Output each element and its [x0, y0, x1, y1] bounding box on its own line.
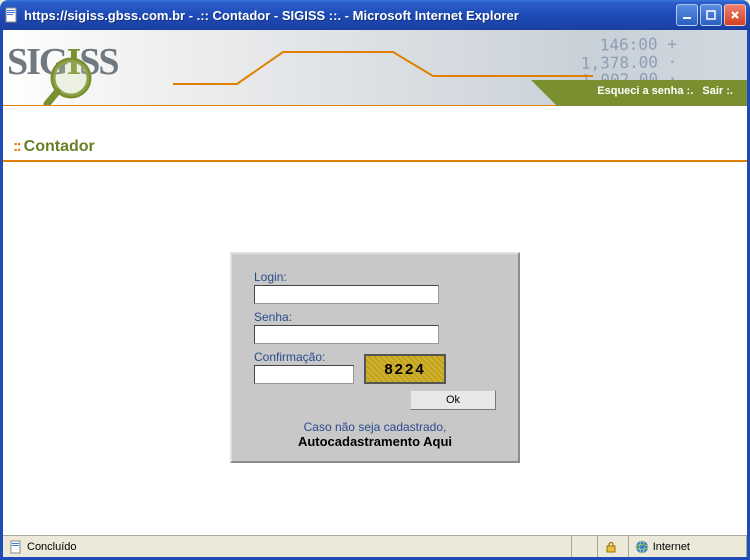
captcha-image: 8224: [364, 354, 446, 384]
login-box: Login: Senha: Confirmação: 8224 Ok Caso …: [230, 252, 520, 463]
done-page-icon: [9, 540, 23, 554]
forgot-password-link[interactable]: Esqueci a senha :.: [597, 85, 693, 97]
status-text: Concluído: [27, 541, 77, 553]
window-frame: 146:00 + 1,378.00 · 1,002.00 · 220:00 + …: [0, 30, 750, 560]
status-main: Concluído: [3, 536, 572, 557]
window-controls: [676, 4, 746, 26]
confirm-input[interactable]: [254, 365, 354, 384]
ie-page-icon: [4, 7, 20, 23]
not-registered-text: Caso não seja cadastrado,: [254, 420, 496, 434]
page-title-text: Contador: [24, 138, 95, 155]
ok-button[interactable]: Ok: [410, 390, 496, 410]
status-bar: Concluído Internet: [3, 535, 747, 557]
minimize-button[interactable]: [676, 4, 698, 26]
internet-zone-icon: [635, 540, 649, 554]
page-header: ::Contador: [3, 132, 747, 162]
lock-icon: [604, 540, 618, 554]
login-input[interactable]: [254, 285, 439, 304]
status-empty-1: [572, 536, 598, 557]
status-zone: Internet: [629, 536, 747, 557]
password-row: Senha:: [254, 310, 496, 344]
password-input[interactable]: [254, 325, 439, 344]
register-block: Caso não seja cadastrado, Autocadastrame…: [254, 420, 496, 449]
status-security: [598, 536, 629, 557]
title-dots-icon: ::: [13, 138, 20, 155]
logo: SIGISS: [7, 40, 118, 84]
banner-swoosh: [173, 44, 593, 104]
magnifier-icon: [43, 54, 103, 106]
login-row: Login:: [254, 270, 496, 304]
self-register-link[interactable]: Autocadastramento Aqui: [254, 434, 496, 449]
logout-link[interactable]: Sair :.: [702, 85, 733, 97]
maximize-button[interactable]: [700, 4, 722, 26]
zone-text: Internet: [653, 541, 740, 553]
submit-row: Ok: [254, 390, 496, 410]
password-label: Senha:: [254, 310, 496, 324]
topnav-tab: Esqueci a senha :. Sair :.: [557, 80, 747, 106]
page-title: ::Contador: [13, 138, 95, 155]
window-title: https://sigiss.gbss.com.br - .:: Contado…: [24, 8, 676, 23]
topnav-strip: Esqueci a senha :. Sair :.: [3, 106, 747, 132]
confirm-label: Confirmação:: [254, 350, 354, 364]
content-area: ::Contador Login: Senha: Confirmação: 82…: [3, 132, 747, 535]
close-button[interactable]: [724, 4, 746, 26]
login-label: Login:: [254, 270, 496, 284]
confirm-row: Confirmação: 8224: [254, 350, 496, 384]
window-titlebar: https://sigiss.gbss.com.br - .:: Contado…: [0, 0, 750, 30]
